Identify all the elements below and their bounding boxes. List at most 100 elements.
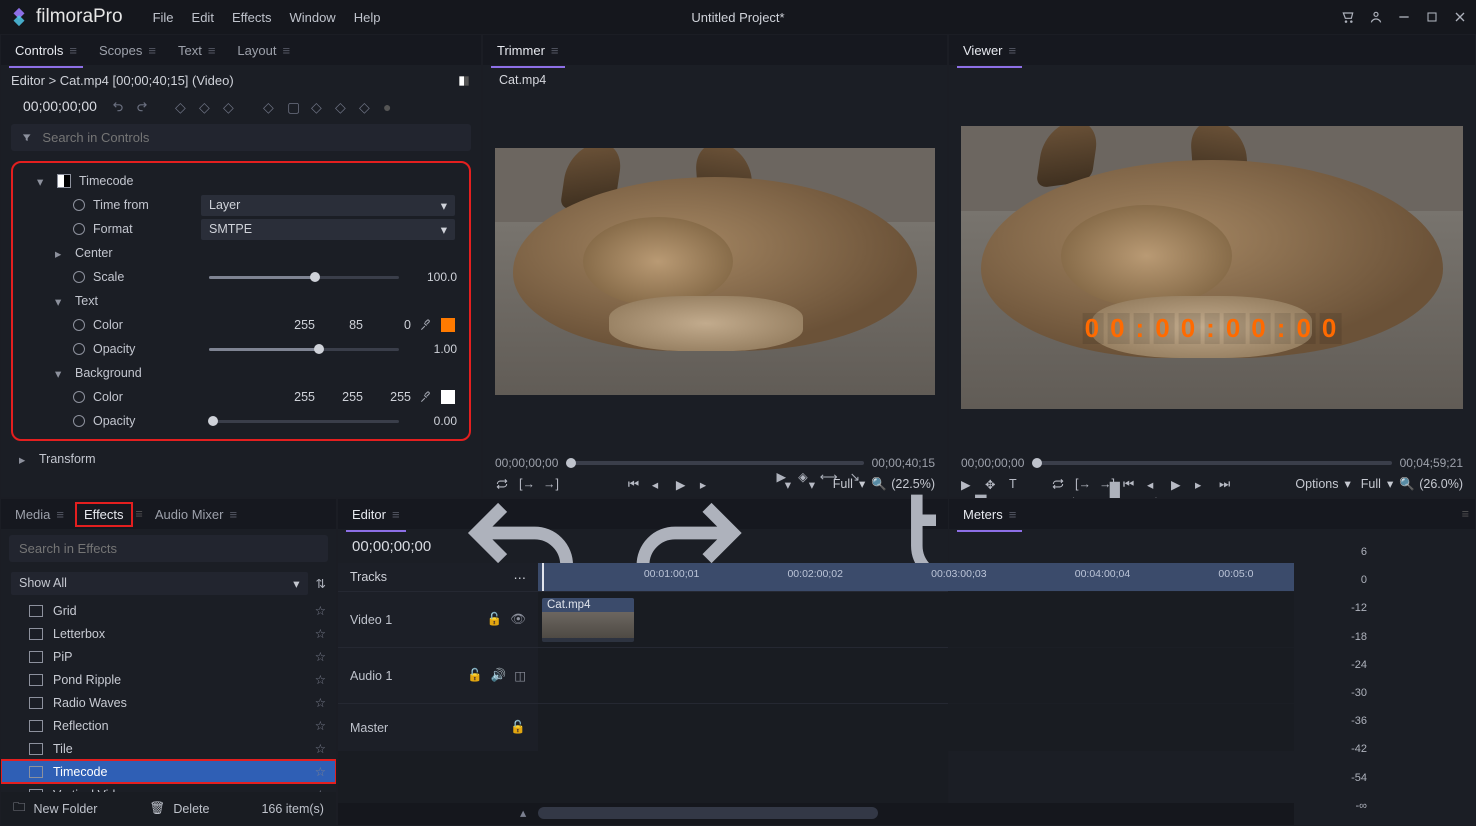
- tab-viewer[interactable]: Viewer≡: [955, 39, 1024, 62]
- effects-filter[interactable]: Show All▾: [11, 572, 308, 595]
- star-icon[interactable]: ☆: [315, 603, 326, 618]
- format-select[interactable]: SMTPE▾: [201, 219, 455, 240]
- user-icon[interactable]: [1368, 9, 1384, 25]
- keyframe-toggle[interactable]: [73, 271, 85, 283]
- eyedropper-icon[interactable]: [419, 390, 433, 404]
- magnify-icon[interactable]: 🔍: [1399, 477, 1413, 491]
- text-color-b[interactable]: 0: [375, 318, 411, 332]
- waveform-icon[interactable]: ◫: [514, 668, 526, 683]
- keyframe-toggle[interactable]: [73, 415, 85, 427]
- expand-icon[interactable]: ▴: [520, 805, 526, 820]
- effect-item[interactable]: Tile☆: [1, 737, 336, 760]
- marker-add-icon[interactable]: ◇: [311, 99, 325, 113]
- undo-icon[interactable]: [111, 99, 125, 113]
- star-icon[interactable]: ☆: [315, 764, 326, 779]
- scale-value[interactable]: 100.0: [415, 270, 463, 284]
- bg-opacity-value[interactable]: 0.00: [415, 414, 463, 428]
- marker-circle-icon[interactable]: ●: [383, 99, 397, 113]
- effect-item[interactable]: Vertical Video☆: [1, 783, 336, 792]
- bg-color-r[interactable]: 255: [279, 390, 315, 404]
- close-icon[interactable]: [1452, 9, 1468, 25]
- tab-editor[interactable]: Editor≡: [344, 503, 408, 526]
- keyframe-toggle[interactable]: [73, 199, 85, 211]
- marker-dot-icon[interactable]: ◇: [359, 99, 373, 113]
- tab-layout[interactable]: Layout≡: [229, 39, 298, 62]
- filter-icon[interactable]: [21, 132, 32, 143]
- star-icon[interactable]: ☆: [315, 718, 326, 733]
- track-master[interactable]: Master🔓: [338, 704, 538, 751]
- expand-icon[interactable]: ▸: [19, 452, 31, 467]
- tab-scopes[interactable]: Scopes≡: [91, 39, 164, 62]
- redo-icon[interactable]: [135, 99, 149, 113]
- marker-square-icon[interactable]: ▢: [287, 99, 301, 113]
- collapse-icon[interactable]: ▾: [55, 366, 67, 381]
- track-audio[interactable]: Audio 1🔓🔊◫: [338, 648, 538, 703]
- lock-icon[interactable]: 🔓: [487, 612, 503, 627]
- bg-color-swatch[interactable]: [441, 390, 455, 404]
- star-icon[interactable]: ☆: [315, 649, 326, 664]
- tab-trimmer[interactable]: Trimmer≡: [489, 39, 567, 62]
- eyedropper-icon[interactable]: [419, 318, 433, 332]
- marker-end-icon[interactable]: ◇: [335, 99, 349, 113]
- controls-search[interactable]: [11, 124, 471, 151]
- keyframe-toggle[interactable]: [73, 343, 85, 355]
- keyframe-toggle[interactable]: [73, 319, 85, 331]
- text-color-r[interactable]: 255: [279, 318, 315, 332]
- menu-window[interactable]: Window: [289, 10, 335, 25]
- text-opacity-value[interactable]: 1.00: [415, 342, 463, 356]
- keyframe-icon[interactable]: ◇: [199, 99, 213, 113]
- keyframe-prev-icon[interactable]: ◇: [175, 99, 189, 113]
- menu-help[interactable]: Help: [354, 10, 381, 25]
- menu-effects[interactable]: Effects: [232, 10, 272, 25]
- keyframe-toggle[interactable]: [73, 223, 85, 235]
- tab-media[interactable]: Media≡: [7, 503, 72, 526]
- effect-item[interactable]: Radio Waves☆: [1, 691, 336, 714]
- effect-item[interactable]: Timecode☆: [1, 760, 336, 783]
- controls-timecode[interactable]: 00;00;00;00: [23, 98, 97, 114]
- controls-search-input[interactable]: [42, 130, 461, 145]
- bg-color-g[interactable]: 255: [327, 390, 363, 404]
- delete-button[interactable]: 🗑Delete: [149, 801, 209, 816]
- tracks-menu-icon[interactable]: ⋯: [514, 570, 527, 585]
- trimmer-video[interactable]: [495, 97, 935, 446]
- tab-controls[interactable]: Controls≡: [7, 39, 85, 62]
- effect-item[interactable]: Letterbox☆: [1, 622, 336, 645]
- viewer-video[interactable]: 00:00:00:00: [961, 89, 1463, 446]
- star-icon[interactable]: ☆: [315, 672, 326, 687]
- keyframe-next-icon[interactable]: ◇: [223, 99, 237, 113]
- star-icon[interactable]: ☆: [315, 695, 326, 710]
- minimize-icon[interactable]: [1396, 9, 1412, 25]
- tab-text[interactable]: Text≡: [170, 39, 223, 62]
- speaker-icon[interactable]: 🔊: [491, 668, 507, 683]
- text-opacity-slider[interactable]: [209, 348, 399, 351]
- editor-timecode[interactable]: 00;00;00;00: [352, 538, 431, 555]
- bg-opacity-slider[interactable]: [209, 420, 399, 423]
- scale-slider[interactable]: [209, 276, 399, 279]
- lock-icon[interactable]: 🔓: [510, 720, 526, 735]
- collapse-icon[interactable]: ▾: [37, 174, 49, 189]
- lock-icon[interactable]: 🔓: [467, 668, 483, 683]
- viewer-options[interactable]: Options▾: [1295, 476, 1350, 491]
- time-from-select[interactable]: Layer▾: [201, 195, 455, 216]
- effect-item[interactable]: Grid☆: [1, 599, 336, 622]
- trimmer-scrubber[interactable]: [566, 461, 863, 465]
- star-icon[interactable]: ☆: [315, 626, 326, 641]
- timeline-clip[interactable]: Cat.mp4: [542, 598, 634, 642]
- text-color-g[interactable]: 85: [327, 318, 363, 332]
- goto-end-icon[interactable]: ⏭: [1219, 477, 1233, 491]
- menu-file[interactable]: File: [153, 10, 174, 25]
- viewer-zoom[interactable]: Full▾🔍(26.0%): [1361, 476, 1463, 491]
- tab-audio-mixer[interactable]: Audio Mixer≡: [147, 503, 245, 526]
- bg-color-b[interactable]: 255: [375, 390, 411, 404]
- star-icon[interactable]: ☆: [315, 741, 326, 756]
- maximize-icon[interactable]: [1424, 9, 1440, 25]
- effect-item[interactable]: Reflection☆: [1, 714, 336, 737]
- effect-enable-toggle[interactable]: [57, 174, 71, 188]
- collapse-icon[interactable]: ▾: [55, 294, 67, 309]
- effects-search-input[interactable]: [19, 541, 318, 556]
- menu-edit[interactable]: Edit: [192, 10, 214, 25]
- new-folder-button[interactable]: 🗀New Folder: [13, 798, 97, 819]
- track-video[interactable]: Video 1🔓👁: [338, 592, 538, 647]
- effect-item[interactable]: PiP☆: [1, 645, 336, 668]
- marker-start-icon[interactable]: ◇: [263, 99, 277, 113]
